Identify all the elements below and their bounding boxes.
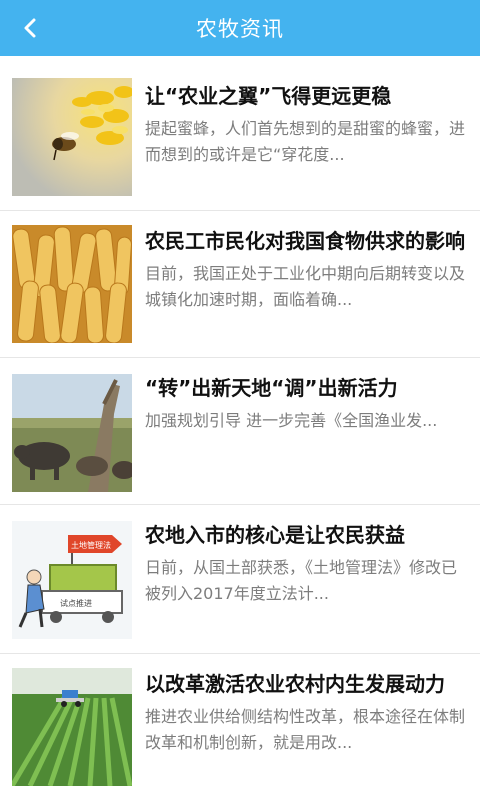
corn-cobs-image [12,225,132,343]
news-title: “转”出新天地“调”出新活力 [145,376,398,400]
bee-on-flower-image [12,78,132,196]
news-item[interactable]: 农民工市民化对我国食物供求的影响 目前，我国正处于工业化中期向后期转变以及城镇化… [0,211,480,358]
news-title: 以改革激活农业农村内生发展动力 [145,672,445,696]
news-title: 农地入市的核心是让农民获益 [145,523,405,547]
news-summary: 推进农业供给侧结构性改革，根本途径在体制改革和机制创新，就是用改... [145,707,466,752]
page-title: 农牧资讯 [196,17,284,41]
news-summary: 加强规划引导 进一步完善《全国渔业发... [145,411,438,430]
cartoon-caption-text: 试点推进 [60,598,92,608]
app-header: 农牧资讯 [0,0,480,56]
news-title: 农民工市民化对我国食物供求的影响 [145,229,465,253]
news-item[interactable]: “转”出新天地“调”出新活力 加强规划引导 进一步完善《全国渔业发... [0,358,480,505]
news-list: 让“农业之翼”飞得更远更稳 提起蜜蜂，人们首先想到的是甜蜜的蜂蜜，进而想到的或许… [0,56,480,804]
news-summary: 提起蜜蜂，人们首先想到的是甜蜜的蜂蜜，进而想到的或许是它“穿花度... [145,119,466,164]
news-summary: 目前，我国正处于工业化中期向后期转变以及城镇化加速时期，面临着确... [145,264,466,309]
news-summary: 日前，从国土部获悉，《土地管理法》修改已被列入2017年度立法计... [145,558,458,603]
news-item[interactable]: 以改革激活农业农村内生发展动力 推进农业供给侧结构性改革，根本途径在体制改革和机… [0,654,480,804]
grazing-cattle-image [12,374,132,492]
news-title: 让“农业之翼”飞得更远更稳 [145,84,392,108]
back-button[interactable] [14,12,46,44]
crop-field-tractor-image [12,668,132,786]
chevron-left-icon [24,18,36,38]
cartoon-sign-text: 土地管理法 [71,540,111,550]
farmer-cartoon-image: 土地管理法 试点推进 [12,521,132,639]
news-item[interactable]: 让“农业之翼”飞得更远更稳 提起蜜蜂，人们首先想到的是甜蜜的蜂蜜，进而想到的或许… [0,56,480,211]
news-item[interactable]: 土地管理法 试点推进 农地入市的核心是让农民获益 日前，从国土部获悉，《土地管理… [0,505,480,654]
